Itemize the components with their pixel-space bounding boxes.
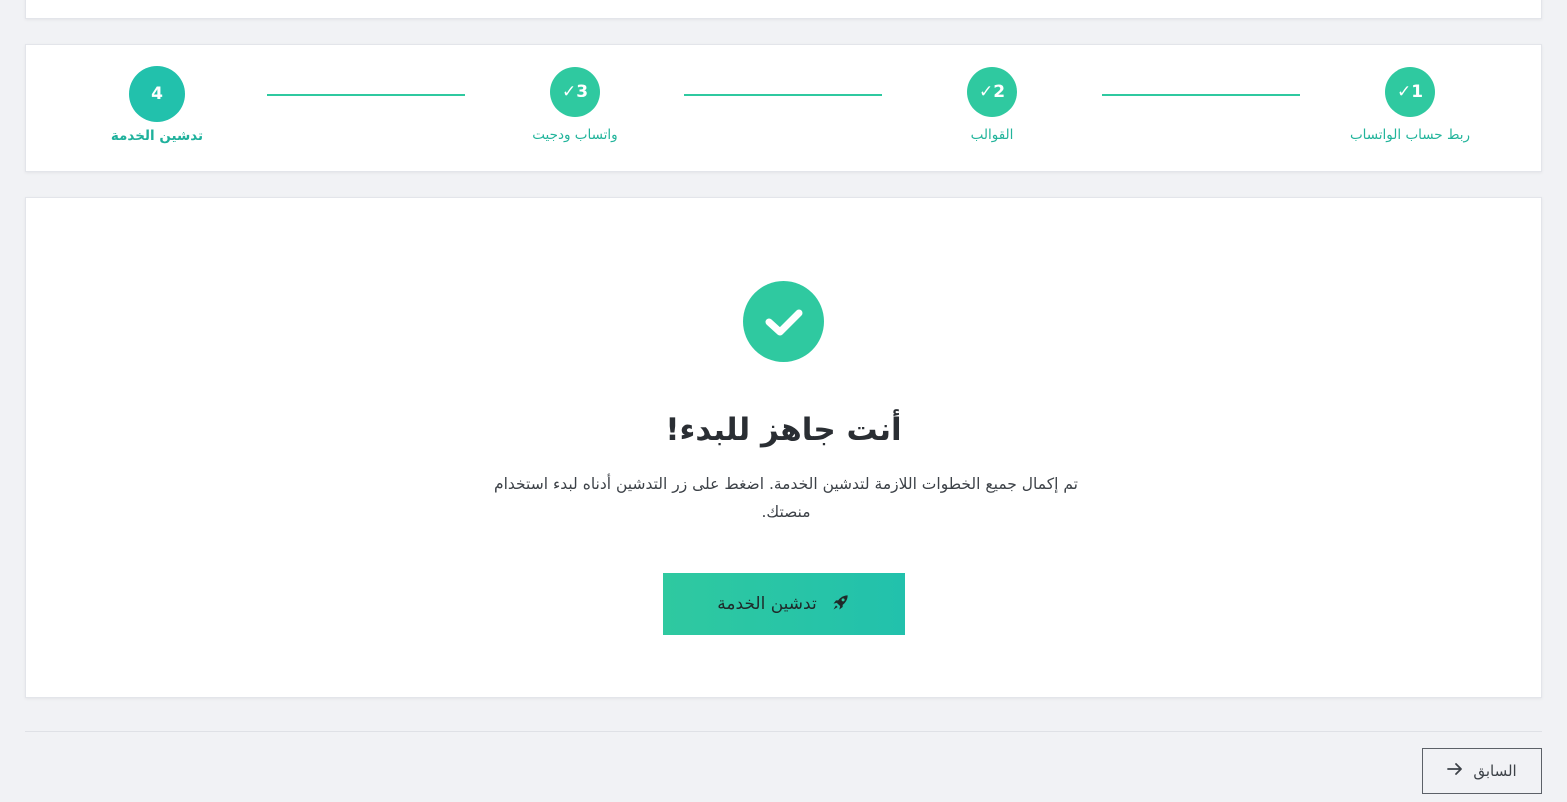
step-2-label: القوالب (970, 127, 1014, 143)
stepper: ✓ 1 ربط حساب الواتساب ✓ 2 القوالب ✓ 3 واتسا… (25, 44, 1542, 172)
top-card (25, 0, 1542, 19)
step-3[interactable]: ✓ 3 واتساب ودجيت (475, 67, 675, 143)
launch-button-label: تدشين الخدمة (717, 594, 817, 614)
step-3-label: واتساب ودجيت (532, 127, 618, 143)
launch-panel: أنت جاهز للبدء! تم إكمال جميع الخطوات ال… (25, 197, 1542, 698)
description-text: تم إكمال جميع الخطوات اللازمة لتدشين الخ… (494, 475, 1078, 521)
previous-button[interactable]: السابق (1422, 748, 1542, 794)
step-connector (1102, 94, 1300, 96)
check-icon (743, 281, 824, 362)
step-2-badge: ✓ 2 (967, 67, 1017, 117)
step-1-check: ✓ (1396, 82, 1412, 102)
step-4-badge: 4 (129, 66, 185, 122)
step-4-label: تدشين الخدمة (110, 128, 204, 144)
step-2-number: 2 (993, 82, 1006, 102)
step-2[interactable]: ✓ 2 القوالب (892, 67, 1092, 143)
step-2-check: ✓ (978, 82, 994, 102)
arrow-right-icon (1447, 762, 1463, 780)
step-3-number: 3 (576, 82, 589, 102)
prev-button-label: السابق (1473, 762, 1517, 780)
launch-service-button[interactable]: تدشين الخدمة (663, 573, 905, 635)
step-3-badge: ✓ 3 (550, 67, 600, 117)
step-connector (684, 94, 882, 96)
step-4[interactable]: 4 تدشين الخدمة (57, 66, 257, 144)
page-title: أنت جاهز للبدء! (665, 412, 902, 448)
rocket-icon (831, 592, 851, 617)
step-1-number: 1 (1411, 82, 1424, 102)
footer-divider (25, 731, 1542, 732)
step-1-badge: ✓ 1 (1385, 67, 1435, 117)
step-4-number: 4 (151, 84, 163, 104)
step-3-check: ✓ (561, 82, 577, 102)
step-1-label: ربط حساب الواتساب (1349, 127, 1471, 143)
step-1[interactable]: ✓ 1 ربط حساب الواتساب (1310, 67, 1510, 143)
step-connector (267, 94, 465, 96)
